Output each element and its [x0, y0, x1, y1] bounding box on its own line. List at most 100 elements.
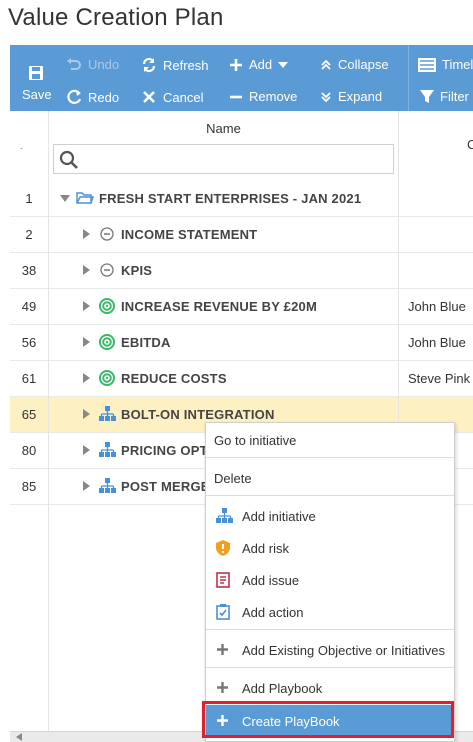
name-header-label: Name [206, 121, 241, 136]
menu-item-delete[interactable]: Delete [206, 463, 454, 493]
row-title: INCREASE REVENUE BY £20M [121, 299, 318, 314]
column-divider [48, 469, 49, 505]
menu-item-label: Add action [242, 605, 304, 620]
column-divider [48, 361, 49, 397]
add-label: Add [249, 57, 273, 72]
caret-right-icon[interactable] [83, 337, 90, 347]
refresh-button[interactable]: Refresh [141, 57, 209, 73]
column-divider [48, 289, 49, 325]
target-icon [99, 298, 115, 314]
search-input[interactable] [84, 149, 388, 171]
refresh-icon [142, 57, 156, 73]
column-divider [48, 181, 49, 217]
caret-right-icon[interactable] [83, 481, 90, 491]
menu-item-create-playbook[interactable]: Create PlayBook [206, 705, 454, 737]
caret-right-icon[interactable] [83, 409, 90, 419]
caret-right-icon[interactable] [83, 265, 90, 275]
column-divider [398, 181, 399, 217]
expand-button[interactable]: Expand [320, 89, 382, 104]
menu-item-add-existing[interactable]: Add Existing Objective or Initiatives [206, 635, 454, 665]
table-row[interactable]: 1 FRESH START ENTERPRISES - JAN 2021 [10, 181, 473, 217]
table-row[interactable]: 49 INCREASE REVENUE BY £20M John Blue [10, 289, 473, 325]
hierarchy-icon [216, 508, 233, 523]
table-row[interactable]: 2 INCOME STATEMENT [10, 217, 473, 253]
row-title: KPIS [121, 263, 153, 278]
menu-item-add-initiative[interactable]: Add initiative [206, 501, 454, 531]
search-field[interactable] [53, 144, 394, 174]
column-divider [48, 325, 49, 361]
owner-header-label: C [467, 137, 473, 152]
menu-item-add-risk[interactable]: Add risk [206, 533, 454, 563]
folder-icon [76, 192, 94, 204]
redo-button[interactable]: Redo [66, 89, 119, 105]
menu-item-label: Add Playbook [242, 681, 323, 696]
row-number: 56 [21, 335, 37, 350]
shield-warning-icon [216, 540, 230, 556]
save-label: Save [22, 87, 52, 102]
filter-icon [420, 89, 434, 103]
save-icon [29, 66, 43, 80]
row-number: 49 [21, 299, 37, 314]
row-title: REDUCE COSTS [121, 371, 227, 386]
remove-button[interactable]: Remove [229, 89, 297, 104]
caret-down-icon [278, 61, 289, 68]
circle-dot-icon [100, 263, 114, 277]
column-divider [48, 253, 49, 289]
refresh-label: Refresh [163, 57, 209, 73]
menu-item-label: Go to initiative [214, 433, 297, 448]
caret-down-icon[interactable] [60, 195, 70, 202]
hierarchy-icon [99, 478, 116, 493]
add-button[interactable]: Add [229, 57, 289, 72]
caret-right-icon[interactable] [83, 445, 90, 455]
undo-button[interactable]: Undo [66, 57, 119, 72]
owner-column-header[interactable]: C [399, 111, 473, 181]
hierarchy-icon [99, 406, 116, 421]
collapse-label: Collapse [338, 57, 389, 72]
menu-item-add-action[interactable]: Add action [206, 597, 454, 627]
undo-label: Undo [88, 57, 120, 72]
caret-right-icon[interactable] [83, 229, 90, 239]
toolbar: Save Undo Redo Refresh Cancel Add Remove… [10, 45, 473, 111]
name-column-header[interactable]: Name [49, 111, 399, 181]
chevrons-up-icon [321, 59, 331, 70]
menu-item-go-to-initiative[interactable]: Go to initiative [206, 425, 454, 455]
scroll-left-icon[interactable] [16, 733, 22, 741]
row-number: 80 [21, 443, 37, 458]
redo-icon [67, 89, 82, 104]
rownum-header-label: . [20, 141, 23, 151]
menu-item-add-issue[interactable]: Add issue [206, 565, 454, 595]
minus-icon [230, 95, 242, 98]
caret-right-icon[interactable] [83, 373, 90, 383]
row-title: EBITDA [121, 335, 171, 350]
column-divider [398, 325, 399, 361]
row-title: PRICING OPT [121, 443, 208, 458]
timeline-button[interactable]: Timel [418, 57, 473, 72]
target-icon [99, 370, 115, 386]
rownum-header: . [10, 111, 49, 181]
row-number: 2 [25, 227, 33, 242]
save-button[interactable]: Save [22, 65, 52, 102]
undo-icon [67, 57, 81, 70]
menu-item-label: Add issue [242, 573, 300, 588]
menu-separator [206, 457, 454, 458]
filter-button[interactable]: Filter [420, 89, 469, 104]
row-title: POST MERGE [121, 479, 210, 494]
cancel-button[interactable]: Cancel [141, 89, 203, 105]
menu-item-add-playbook[interactable]: Add Playbook [206, 673, 454, 703]
menu-item-label: Add Existing Objective or Initiatives [242, 643, 446, 658]
column-divider [48, 397, 49, 433]
row-owner: John Blue [408, 335, 466, 350]
clipboard-check-icon [216, 604, 230, 620]
collapse-button[interactable]: Collapse [320, 57, 389, 72]
plus-icon [230, 58, 242, 71]
table-row[interactable]: 38 KPIS [10, 253, 473, 289]
menu-separator [206, 629, 454, 630]
caret-right-icon[interactable] [83, 301, 90, 311]
plus-icon [217, 715, 228, 726]
table-row[interactable]: 61 REDUCE COSTS Steve Pink [10, 361, 473, 397]
row-owner: John Blue [408, 299, 466, 314]
column-divider [48, 217, 49, 253]
table-row[interactable]: 56 EBITDA John Blue [10, 325, 473, 361]
circle-dot-icon [100, 227, 114, 241]
row-number: 1 [25, 191, 33, 206]
